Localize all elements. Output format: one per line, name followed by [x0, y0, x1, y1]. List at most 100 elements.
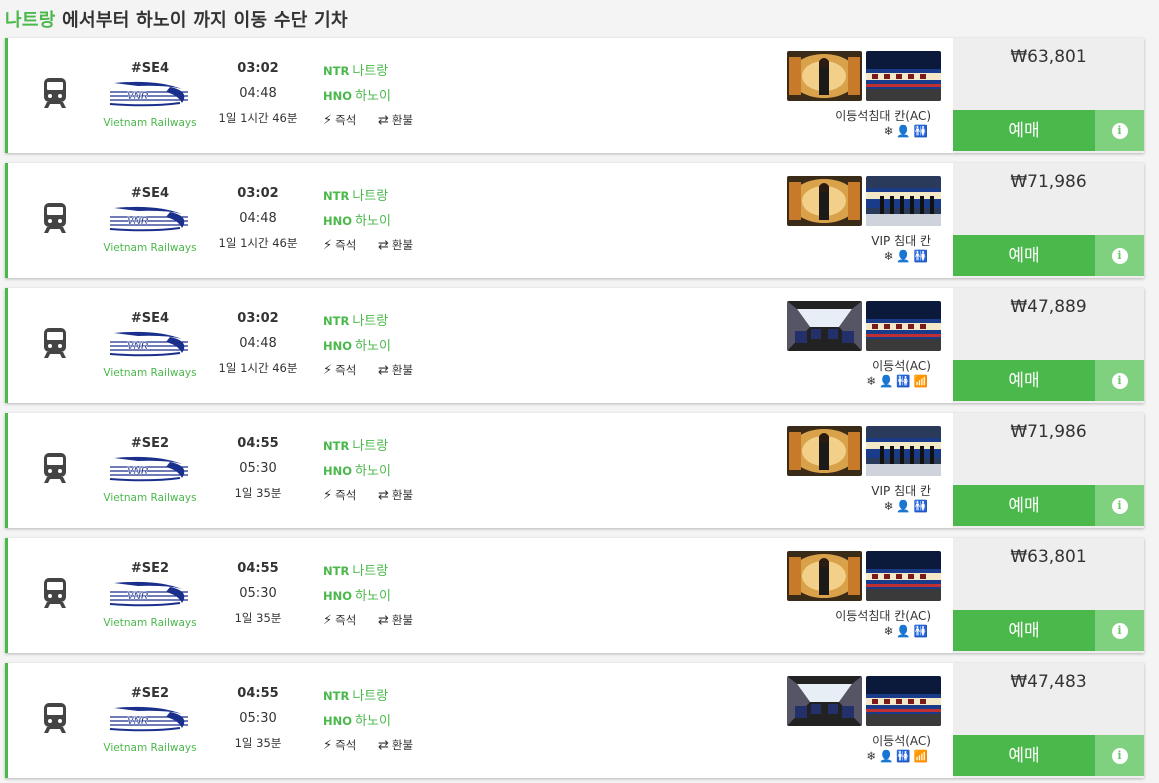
trip-duration: 1일 1시간 46분: [218, 361, 298, 375]
svg-text:VNR: VNR: [127, 341, 149, 352]
refund-flag: ⇄ 환불: [378, 238, 422, 253]
svg-text:VNR: VNR: [127, 466, 149, 477]
time-info: 04:55 05:30 1일 35분: [213, 436, 303, 501]
seat-photo-interior[interactable]: [787, 551, 862, 601]
svg-text:VNR: VNR: [127, 216, 149, 227]
instant-flag: ⚡ 즉석: [323, 113, 365, 128]
seat-photos: [787, 176, 943, 226]
arrival-time: 05:30: [239, 586, 277, 601]
ticket-flags: ⚡ 즉석 ⇄ 환불: [323, 237, 523, 253]
seat-photo-train[interactable]: [866, 301, 941, 351]
operator-name: Vietnam Railways: [103, 492, 197, 504]
train-icon: [44, 203, 66, 233]
book-button[interactable]: 예매: [953, 235, 1095, 276]
stations: NTR 나트랑 HNO 하노이 ⚡ 즉석 ⇄ 환불: [323, 60, 523, 128]
operator-name: Vietnam Railways: [103, 117, 197, 129]
time-info: 03:02 04:48 1일 1시간 46분: [213, 186, 303, 251]
seat-photo-train[interactable]: [866, 676, 941, 726]
seat-photos: [787, 551, 943, 601]
snowflake-icon: ❄: [883, 499, 897, 513]
info-button[interactable]: i: [1095, 485, 1144, 526]
seat-class: 이등석침대 칸(AC): [835, 109, 931, 123]
origin-code: NTR: [323, 564, 350, 578]
seat-photo-train[interactable]: [866, 176, 941, 226]
origin-name: 나트랑: [352, 439, 389, 454]
svg-text:VNR: VNR: [127, 716, 149, 727]
train-number: #SE4: [130, 311, 170, 326]
info-button[interactable]: i: [1095, 235, 1144, 276]
origin-station: NTR 나트랑: [323, 185, 523, 210]
destination-name: 하노이: [355, 89, 391, 104]
seat-photo-train[interactable]: [866, 551, 941, 601]
seat-class: VIP 침대 칸: [871, 234, 931, 248]
price-panel: ₩63,801 예매 i: [953, 538, 1144, 653]
seat-photos: [787, 51, 943, 101]
result-card: #SE4 VNR Vietnam Railways 03:02 04:48 1일…: [5, 38, 1144, 153]
amenities: ❄👤🚻: [788, 124, 931, 138]
seat-photo-train[interactable]: [866, 426, 941, 476]
destination-code: HNO: [323, 464, 353, 478]
time-info: 03:02 04:48 1일 1시간 46분: [213, 311, 303, 376]
result-card: #SE4 VNR Vietnam Railways 03:02 04:48 1일…: [5, 163, 1144, 278]
info-button[interactable]: i: [1095, 610, 1144, 651]
ticket-flags: ⚡ 즉석 ⇄ 환불: [323, 737, 523, 753]
destination-name: 하노이: [355, 339, 391, 354]
destination-name: 하노이: [355, 714, 391, 729]
book-button[interactable]: 예매: [953, 110, 1095, 151]
info-button[interactable]: i: [1095, 360, 1144, 401]
destination-station: HNO 하노이: [323, 210, 523, 235]
stations: NTR 나트랑 HNO 하노이 ⚡ 즉석 ⇄ 환불: [323, 435, 523, 503]
book-button[interactable]: 예매: [953, 735, 1095, 776]
amenities: ❄👤🚻: [788, 499, 931, 513]
info-icon: i: [1111, 622, 1128, 639]
exchange-icon: ⇄: [377, 613, 389, 628]
refund-flag: ⇄ 환불: [377, 613, 422, 628]
refund-flag: ⇄ 환불: [378, 738, 422, 753]
train-icon: [44, 578, 66, 608]
seat-photo-train[interactable]: [866, 51, 941, 101]
book-button[interactable]: 예매: [953, 360, 1095, 401]
instant-label: 즉석: [335, 238, 357, 252]
seat-photo-interior[interactable]: [787, 301, 862, 351]
instant-flag: ⚡ 즉석: [323, 738, 365, 753]
origin-code: NTR: [323, 439, 350, 453]
price: ₩47,483: [1010, 672, 1087, 692]
origin-code: NTR: [323, 189, 350, 203]
amenities: ❄👤🚻: [788, 249, 931, 263]
stations: NTR 나트랑 HNO 하노이 ⚡ 즉석 ⇄ 환불: [323, 310, 523, 378]
refund-label: 환불: [391, 113, 414, 127]
origin-name: 나트랑: [352, 189, 389, 204]
person-icon: 👤: [879, 374, 897, 388]
restroom-icon: 🚻: [913, 624, 931, 638]
page-title: 나트랑 에서부터 하노이 까지 이동 수단 기차: [5, 6, 348, 32]
price-panel: ₩47,889 예매 i: [953, 288, 1144, 403]
seat-photo-interior[interactable]: [787, 426, 862, 476]
destination-code: HNO: [323, 589, 353, 603]
book-button[interactable]: 예매: [953, 485, 1095, 526]
book-button[interactable]: 예매: [953, 610, 1095, 651]
seat-class: 이등석(AC): [872, 734, 931, 748]
departure-time: 03:02: [237, 186, 279, 201]
info-button[interactable]: i: [1095, 735, 1144, 776]
train-number: #SE2: [130, 686, 170, 701]
seat-photo-interior[interactable]: [787, 51, 862, 101]
time-info: 04:55 05:30 1일 35분: [213, 686, 303, 751]
destination-station: HNO 하노이: [323, 710, 523, 735]
result-card: #SE2 VNR Vietnam Railways 04:55 05:30 1일…: [5, 663, 1144, 778]
seat-photo-interior[interactable]: [787, 176, 862, 226]
results-list: #SE4 VNR Vietnam Railways 03:02 04:48 1일…: [5, 38, 1144, 783]
info-icon: i: [1111, 747, 1128, 764]
snowflake-icon: ❄: [883, 249, 897, 263]
amenities: ❄👤🚻📶: [788, 374, 931, 388]
price: ₩71,986: [1010, 422, 1087, 442]
train-number: #SE2: [130, 436, 170, 451]
exchange-icon: ⇄: [377, 113, 389, 128]
arrival-time: 04:48: [239, 86, 277, 101]
ticket-flags: ⚡ 즉석 ⇄ 환불: [323, 612, 523, 628]
arrival-time: 04:48: [239, 211, 277, 226]
amenities: ❄👤🚻: [788, 624, 931, 638]
amenities: ❄👤🚻📶: [788, 749, 931, 763]
seat-class: 이등석(AC): [872, 359, 931, 373]
info-button[interactable]: i: [1095, 110, 1144, 151]
seat-photo-interior[interactable]: [787, 676, 862, 726]
